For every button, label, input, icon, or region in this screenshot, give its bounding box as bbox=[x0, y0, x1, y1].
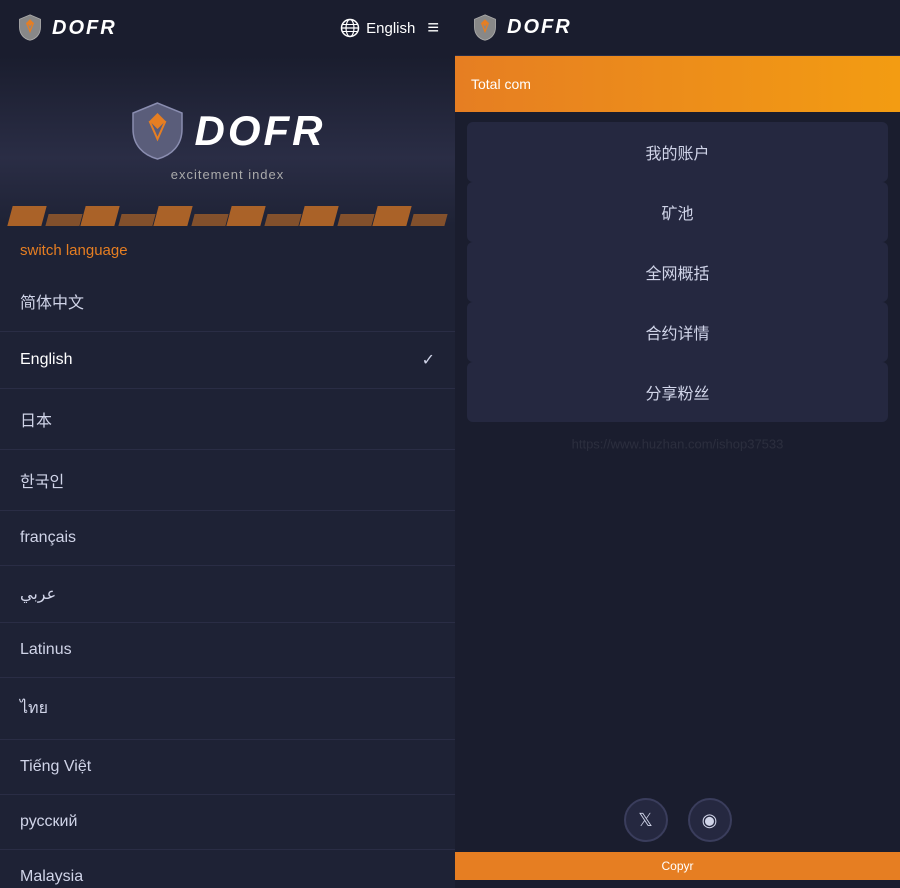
deco-line-11 bbox=[372, 206, 411, 226]
logo-area: DOFR bbox=[16, 14, 117, 42]
left-panel: DOFR English ≡ bbox=[0, 0, 455, 888]
hero-logo: DOFR bbox=[130, 101, 326, 161]
right-header: DOFR bbox=[455, 0, 900, 56]
deco-line-2 bbox=[45, 214, 82, 226]
left-header-right: English ≡ bbox=[340, 17, 439, 40]
lang-item-ru[interactable]: русский bbox=[0, 795, 455, 850]
lang-item-fr[interactable]: français bbox=[0, 511, 455, 566]
hero-brand-text: DOFR bbox=[195, 107, 326, 155]
lang-item-ja[interactable]: 日本 bbox=[0, 389, 455, 450]
right-content: Total com 我的账户矿池全网概括合约详情分享粉丝 𝕏 ◉ Copyr bbox=[455, 56, 900, 888]
lang-label-la: Latinus bbox=[20, 641, 72, 659]
lang-item-ar[interactable]: عربي bbox=[0, 566, 455, 623]
lang-item-ms[interactable]: Malaysia bbox=[0, 850, 455, 888]
right-menu-items: 我的账户矿池全网概括合约详情分享粉丝 bbox=[455, 112, 900, 432]
deco-line-6 bbox=[191, 214, 228, 226]
check-icon-en: ✓ bbox=[422, 350, 435, 370]
copyright-text: Copyr bbox=[661, 859, 693, 873]
bottom-area: 𝕏 ◉ Copyr bbox=[455, 782, 900, 888]
lang-label-ms: Malaysia bbox=[20, 868, 83, 886]
twitter-icon: 𝕏 bbox=[638, 810, 653, 831]
header-lang-label: English bbox=[366, 20, 415, 37]
top-bar: Total com bbox=[455, 56, 900, 112]
lang-label-zh: 简体中文 bbox=[20, 289, 84, 313]
lang-label-th: ไทย bbox=[20, 696, 48, 721]
hamburger-icon: ≡ bbox=[427, 17, 439, 39]
switch-language-label: switch language bbox=[0, 226, 455, 271]
lang-label-ar: عربي bbox=[20, 584, 56, 604]
right-menu-list: 我的账户矿池全网概括合约详情分享粉丝 bbox=[467, 122, 888, 422]
deco-line-1 bbox=[7, 206, 46, 226]
deco-line-8 bbox=[264, 214, 301, 226]
deco-line-10 bbox=[337, 214, 374, 226]
lang-item-vi[interactable]: Tiếng Việt bbox=[0, 740, 455, 795]
hamburger-menu-button[interactable]: ≡ bbox=[427, 17, 439, 40]
left-header: DOFR English ≡ bbox=[0, 0, 455, 56]
lang-label-vi: Tiếng Việt bbox=[20, 758, 91, 776]
menu-item-overview[interactable]: 全网概括 bbox=[467, 242, 888, 302]
deco-lines bbox=[0, 186, 455, 226]
lang-item-la[interactable]: Latinus bbox=[0, 623, 455, 678]
lang-label-fr: français bbox=[20, 529, 76, 547]
right-panel: DOFR Total com 我的账户矿池全网概括合约详情分享粉丝 𝕏 ◉ bbox=[455, 0, 900, 888]
social-other-button[interactable]: ◉ bbox=[688, 798, 732, 842]
deco-line-7 bbox=[226, 206, 265, 226]
right-logo-shield-icon bbox=[471, 14, 499, 42]
twitter-button[interactable]: 𝕏 bbox=[624, 798, 668, 842]
deco-line-3 bbox=[80, 206, 119, 226]
copyright-bar: Copyr bbox=[455, 852, 900, 880]
language-button[interactable]: English bbox=[340, 18, 415, 38]
lang-label-ko: 한국인 bbox=[20, 468, 64, 492]
social-other-icon: ◉ bbox=[702, 810, 718, 831]
deco-line-5 bbox=[153, 206, 192, 226]
lang-item-zh[interactable]: 简体中文 bbox=[0, 271, 455, 332]
right-logo-text: DOFR bbox=[507, 16, 572, 39]
total-text: Total com bbox=[471, 76, 531, 92]
right-logo-area: DOFR bbox=[471, 14, 572, 42]
lang-item-en[interactable]: English ✓ bbox=[0, 332, 455, 389]
excitement-label: excitement index bbox=[171, 167, 285, 182]
menu-item-share[interactable]: 分享粉丝 bbox=[467, 362, 888, 422]
deco-line-9 bbox=[299, 206, 338, 226]
social-icons: 𝕏 ◉ bbox=[624, 798, 732, 842]
language-menu: switch language 简体中文 English ✓ 日本 한국인 françai… bbox=[0, 226, 455, 888]
menu-item-account[interactable]: 我的账户 bbox=[467, 122, 888, 182]
language-list: 简体中文 English ✓ 日本 한국인 français عربي Latinus ไทย T… bbox=[0, 271, 455, 888]
deco-line-4 bbox=[118, 214, 155, 226]
lang-label-en: English bbox=[20, 351, 72, 369]
lang-item-th[interactable]: ไทย bbox=[0, 678, 455, 740]
menu-item-pool[interactable]: 矿池 bbox=[467, 182, 888, 242]
lang-label-ru: русский bbox=[20, 813, 77, 831]
hero-shield-icon bbox=[130, 101, 185, 161]
lang-label-ja: 日本 bbox=[20, 407, 52, 431]
globe-icon bbox=[340, 18, 360, 38]
deco-line-12 bbox=[410, 214, 447, 226]
lang-item-ko[interactable]: 한국인 bbox=[0, 450, 455, 511]
hero-area: DOFR excitement index bbox=[0, 56, 455, 226]
logo-shield-icon bbox=[16, 14, 44, 42]
menu-item-contract[interactable]: 合约详情 bbox=[467, 302, 888, 362]
left-logo-text: DOFR bbox=[52, 17, 117, 40]
